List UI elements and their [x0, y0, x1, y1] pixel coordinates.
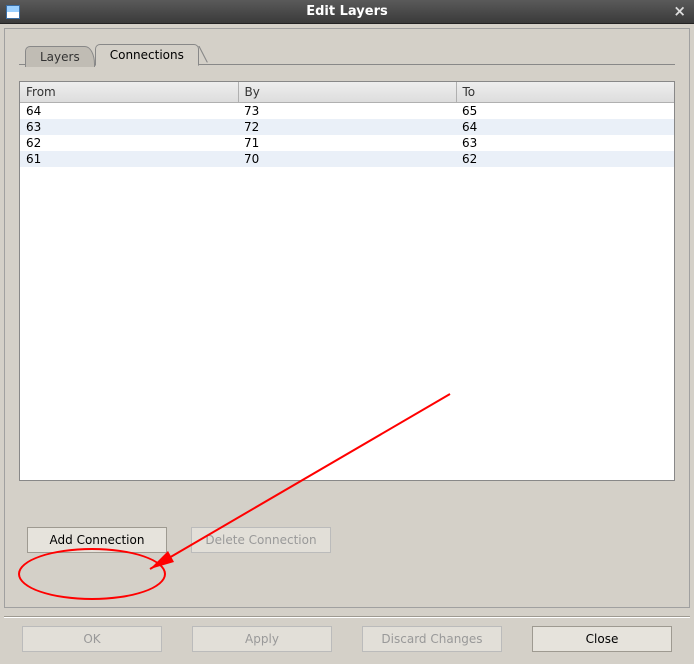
- col-header-to[interactable]: To: [456, 82, 674, 103]
- col-header-from[interactable]: From: [20, 82, 238, 103]
- ok-button: OK: [22, 626, 162, 652]
- apply-button: Apply: [192, 626, 332, 652]
- cell-from: 61: [20, 151, 238, 167]
- cell-to: 65: [456, 103, 674, 120]
- connections-table: From By To 647365637264627163617062: [20, 82, 674, 167]
- cell-to: 64: [456, 119, 674, 135]
- discard-changes-button: Discard Changes: [362, 626, 502, 652]
- table-body: 647365637264627163617062: [20, 103, 674, 168]
- cell-by: 71: [238, 135, 456, 151]
- delete-connection-button: Delete Connection: [191, 527, 331, 553]
- table-row[interactable]: 647365: [20, 103, 674, 120]
- tab-content-connections: From By To 647365637264627163617062 Add …: [19, 64, 675, 553]
- window-body: Layers Connections ╲ From By To 647365: [0, 24, 694, 664]
- cell-to: 63: [456, 135, 674, 151]
- table-row[interactable]: 617062: [20, 151, 674, 167]
- connections-table-wrap: From By To 647365637264627163617062: [19, 81, 675, 481]
- tab-connections[interactable]: Connections: [95, 44, 199, 66]
- cell-by: 70: [238, 151, 456, 167]
- table-actions: Add Connection Delete Connection: [27, 527, 675, 553]
- titlebar: Edit Layers ×: [0, 0, 694, 24]
- cell-to: 62: [456, 151, 674, 167]
- window-title: Edit Layers: [0, 4, 694, 19]
- cell-from: 63: [20, 119, 238, 135]
- close-icon[interactable]: ×: [673, 4, 686, 19]
- cell-from: 62: [20, 135, 238, 151]
- tab-strip: Layers Connections ╲: [25, 43, 675, 65]
- cell-by: 72: [238, 119, 456, 135]
- main-panel: Layers Connections ╲ From By To 647365: [4, 28, 690, 608]
- footer-separator: [4, 616, 690, 618]
- table-row[interactable]: 627163: [20, 135, 674, 151]
- col-header-by[interactable]: By: [238, 82, 456, 103]
- tab-label: Connections: [110, 48, 184, 62]
- tab-edge-decoration: ╲: [199, 47, 207, 63]
- table-row[interactable]: 637264: [20, 119, 674, 135]
- table-header-row: From By To: [20, 82, 674, 103]
- cell-by: 73: [238, 103, 456, 120]
- cell-from: 64: [20, 103, 238, 120]
- footer-buttons: OK Apply Discard Changes Close: [4, 626, 690, 652]
- tab-label: Layers: [40, 50, 80, 64]
- close-button[interactable]: Close: [532, 626, 672, 652]
- add-connection-button[interactable]: Add Connection: [27, 527, 167, 553]
- tab-layers[interactable]: Layers: [25, 46, 95, 67]
